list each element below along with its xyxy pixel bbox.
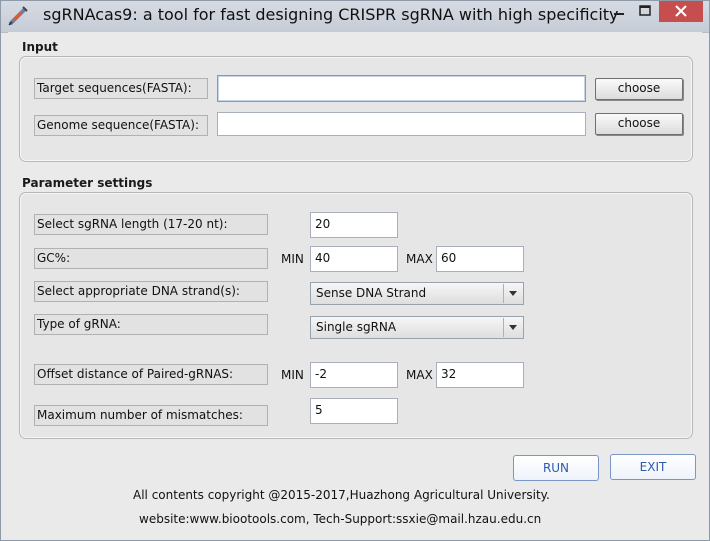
gc-label: GC%: (34, 248, 268, 269)
genome-sequence-input[interactable] (217, 112, 586, 136)
offset-max-label: MAX (406, 368, 433, 382)
dna-strand-dropdown-button[interactable] (503, 284, 522, 303)
syringe-icon (8, 6, 28, 26)
gc-min-label: MIN (281, 252, 304, 266)
target-sequences-input[interactable] (217, 75, 586, 102)
input-group (19, 56, 693, 162)
dna-strand-select[interactable]: Sense DNA Strand (310, 282, 524, 305)
title-bar[interactable]: sgRNAcas9: a tool for fast designing CRI… (1, 1, 709, 33)
dna-strand-value: Sense DNA Strand (316, 286, 427, 300)
grna-type-select[interactable]: Single sgRNA (310, 316, 524, 339)
max-mismatches-label: Maximum number of mismatches: (34, 405, 268, 426)
gc-max-label: MAX (406, 252, 433, 266)
close-button[interactable] (659, 1, 703, 22)
offset-distance-label: Offset distance of Paired-gRNAS: (34, 364, 268, 385)
offset-max-input[interactable]: 32 (436, 362, 524, 388)
gc-min-input[interactable]: 40 (310, 246, 398, 272)
max-mismatches-input[interactable]: 5 (310, 398, 398, 424)
run-button[interactable]: RUN (513, 455, 599, 481)
grna-type-dropdown-button[interactable] (503, 318, 522, 337)
close-icon (675, 5, 687, 17)
main-panel: Input Target sequences(FASTA): choose Ge… (8, 32, 702, 535)
maximize-icon (639, 5, 651, 16)
copyright-text: All contents copyright @2015-2017,Huazho… (133, 488, 550, 502)
maximize-button[interactable] (631, 1, 659, 22)
gc-max-input[interactable]: 60 (436, 246, 524, 272)
parameter-section-title: Parameter settings (22, 176, 153, 190)
chevron-down-icon (509, 325, 517, 330)
chevron-down-icon (509, 291, 517, 296)
grna-type-value: Single sgRNA (316, 320, 397, 334)
dna-strand-label: Select appropriate DNA strand(s): (34, 281, 268, 302)
minimize-button[interactable] (605, 1, 633, 22)
choose-target-button[interactable]: choose (595, 78, 683, 100)
sgrna-length-label: Select sgRNA length (17-20 nt): (34, 214, 268, 235)
input-section-title: Input (22, 40, 58, 54)
exit-button[interactable]: EXIT (610, 454, 696, 480)
grna-type-label: Type of gRNA: (34, 314, 268, 335)
offset-min-input[interactable]: -2 (310, 362, 398, 388)
choose-genome-button[interactable]: choose (595, 113, 683, 135)
minimize-icon (614, 13, 624, 15)
sgrna-length-input[interactable]: 20 (310, 212, 398, 238)
genome-sequence-label: Genome sequence(FASTA): (34, 115, 208, 136)
window-title: sgRNAcas9: a tool for fast designing CRI… (43, 5, 619, 24)
app-window: sgRNAcas9: a tool for fast designing CRI… (0, 0, 710, 541)
target-sequences-label: Target sequences(FASTA): (34, 78, 208, 99)
website-text: website:www.biootools.com, Tech-Support:… (139, 512, 542, 526)
offset-min-label: MIN (281, 368, 304, 382)
